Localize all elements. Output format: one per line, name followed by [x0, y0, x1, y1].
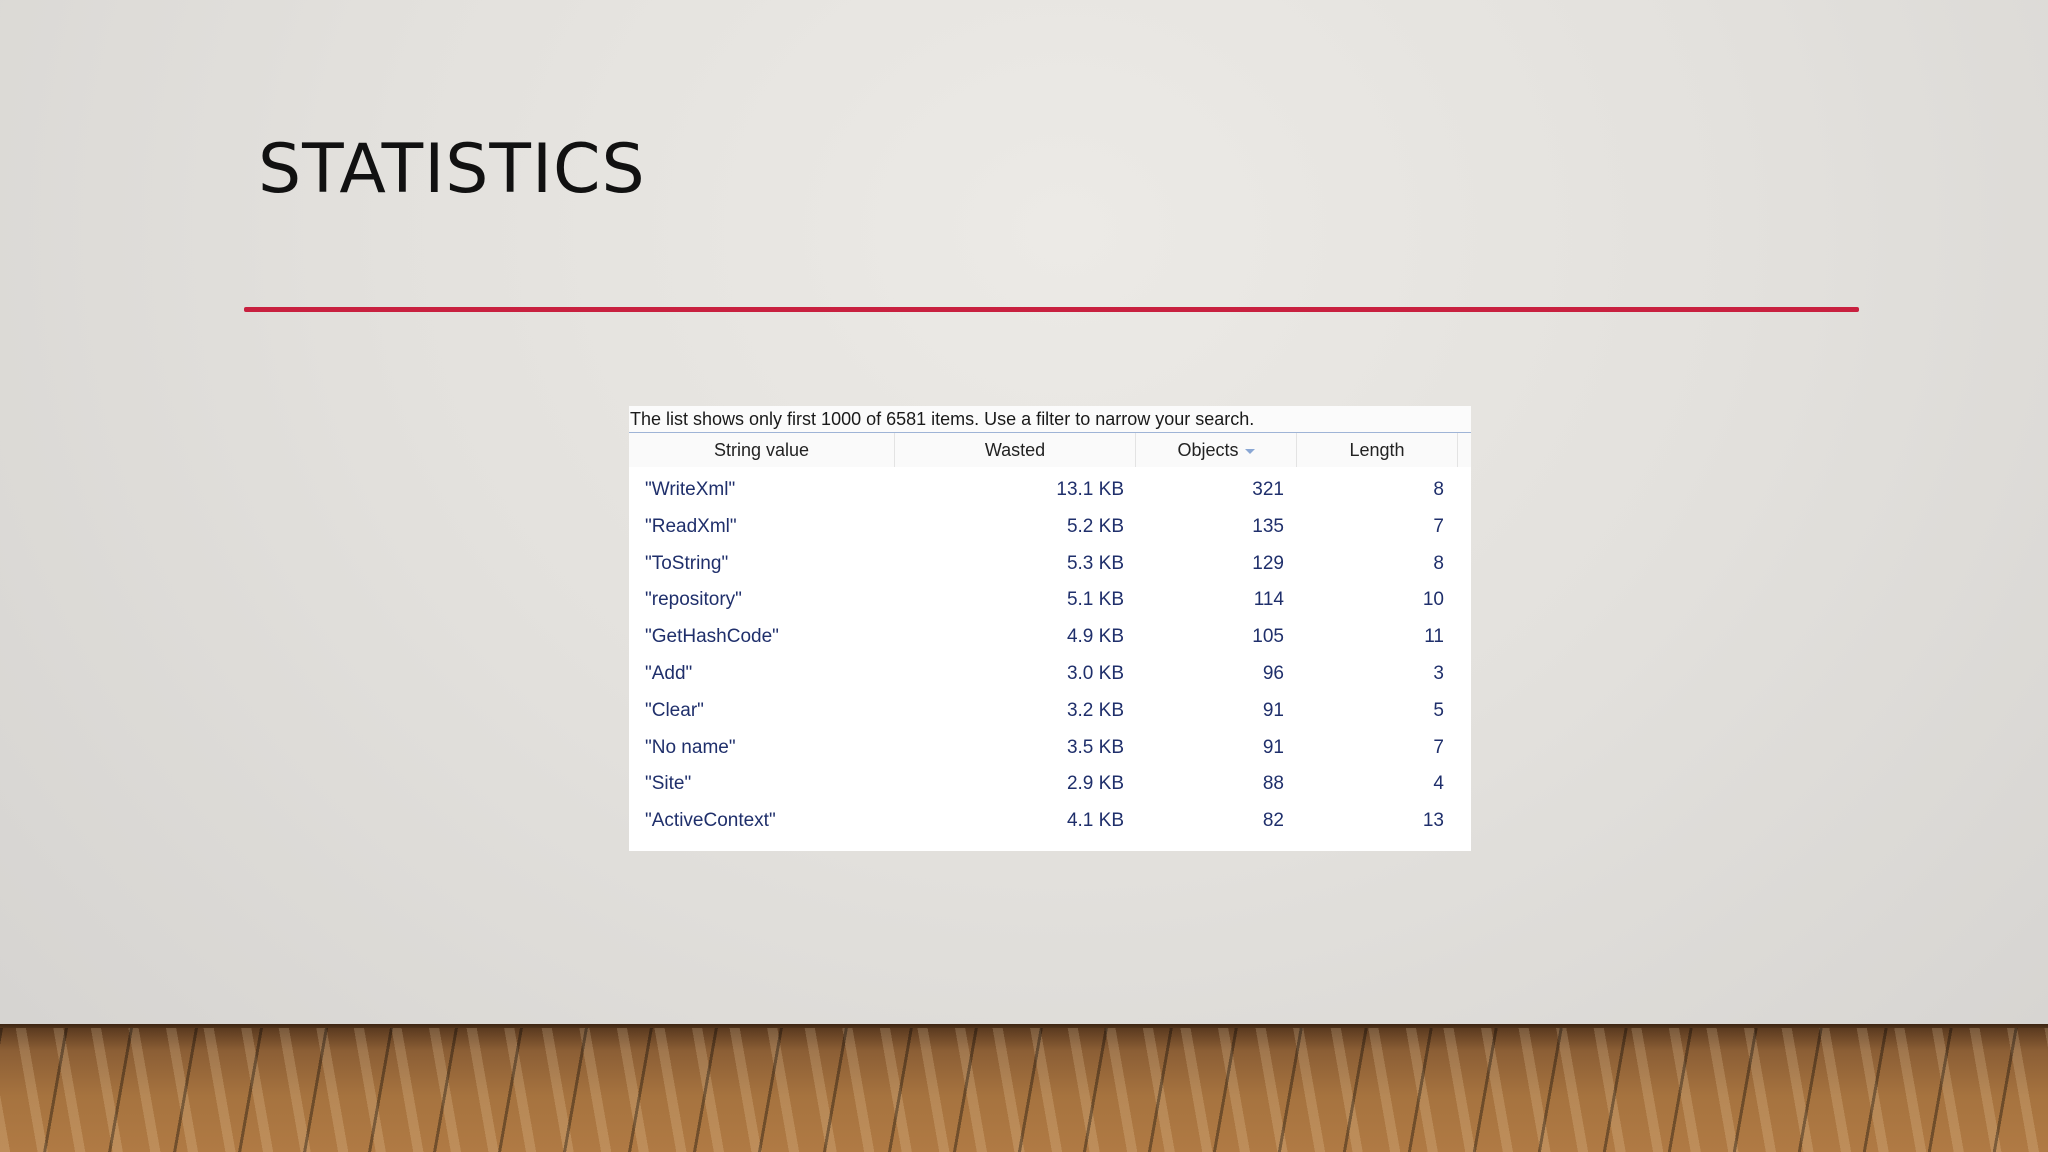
sort-descending-icon: [1244, 448, 1255, 454]
table-row[interactable]: "Site" 2.9 KB 88 4: [629, 766, 1471, 803]
cell-string-value: "Site": [645, 773, 692, 795]
table-row[interactable]: "No name" 3.5 KB 91 7: [629, 730, 1471, 767]
table-header: String value Wasted Objects Length: [629, 433, 1471, 467]
column-header-wasted[interactable]: Wasted: [895, 433, 1136, 467]
table-row[interactable]: "repository" 5.1 KB 114 10: [629, 582, 1471, 619]
cell-wasted: 4.1 KB: [1066, 810, 1124, 832]
cell-length: 4: [1433, 773, 1444, 795]
column-header-length[interactable]: Length: [1297, 433, 1458, 467]
cell-string-value: "repository": [645, 589, 742, 611]
column-header-objects[interactable]: Objects: [1136, 433, 1297, 467]
string-statistics-table: The list shows only first 1000 of 6581 i…: [629, 406, 1471, 851]
cell-length: 7: [1433, 736, 1444, 758]
cell-string-value: "No name": [645, 736, 736, 758]
cell-objects: 114: [1253, 589, 1284, 611]
cell-length: 11: [1424, 626, 1444, 648]
cell-string-value: "ActiveContext": [645, 810, 776, 832]
cell-wasted: 5.2 KB: [1066, 515, 1124, 537]
cell-objects: 82: [1262, 810, 1284, 832]
cell-string-value: "Add": [645, 662, 693, 684]
cell-objects: 91: [1262, 699, 1284, 721]
cell-string-value: "ReadXml": [645, 515, 737, 537]
table-row[interactable]: "Add" 3.0 KB 96 3: [629, 656, 1471, 693]
cell-wasted: 3.0 KB: [1066, 662, 1124, 684]
table-body: "WriteXml" 13.1 KB 321 8 "ReadXml" 5.2 K…: [629, 467, 1471, 840]
cell-wasted: 13.1 KB: [1056, 479, 1124, 500]
cell-length: 13: [1422, 810, 1444, 832]
cell-string-value: "Clear": [645, 699, 704, 721]
cell-length: 10: [1422, 589, 1444, 611]
cell-objects: 96: [1262, 662, 1284, 684]
cell-objects: 88: [1262, 773, 1284, 795]
table-row[interactable]: "ActiveContext" 4.1 KB 82 13: [629, 803, 1471, 840]
table-row[interactable]: "Clear" 3.2 KB 91 5: [629, 693, 1471, 730]
cell-objects: 135: [1252, 515, 1284, 537]
cell-length: 5: [1433, 699, 1444, 721]
cell-string-value: "GetHashCode": [645, 626, 779, 648]
cell-objects: 91: [1262, 736, 1284, 758]
table-row[interactable]: "WriteXml" 13.1 KB 321 8: [629, 472, 1471, 509]
table-row[interactable]: "ReadXml" 5.2 KB 135 7: [629, 509, 1471, 546]
cell-wasted: 5.1 KB: [1066, 589, 1124, 611]
slide-title: STATISTICS: [258, 130, 646, 209]
cell-string-value: "WriteXml": [645, 479, 736, 500]
cell-objects: 129: [1252, 552, 1284, 574]
table-row[interactable]: "ToString" 5.3 KB 129 8: [629, 546, 1471, 583]
cell-length: 8: [1433, 552, 1444, 574]
cell-objects: 321: [1252, 479, 1284, 500]
wood-floor-background: [0, 1028, 2048, 1152]
cell-length: 7: [1433, 515, 1444, 537]
cell-wasted: 3.5 KB: [1066, 736, 1124, 758]
cell-objects: 105: [1252, 626, 1284, 648]
table-row[interactable]: "GetHashCode" 4.9 KB 105 11: [629, 619, 1471, 656]
cell-wasted: 3.2 KB: [1066, 699, 1124, 721]
item-limit-notice: The list shows only first 1000 of 6581 i…: [629, 406, 1471, 433]
cell-wasted: 4.9 KB: [1066, 626, 1124, 648]
cell-length: 8: [1433, 479, 1444, 500]
cell-string-value: "ToString": [645, 552, 729, 574]
cell-wasted: 5.3 KB: [1066, 552, 1124, 574]
column-header-string-value[interactable]: String value: [629, 433, 895, 467]
cell-length: 3: [1433, 662, 1444, 684]
title-divider: [244, 307, 1859, 312]
cell-wasted: 2.9 KB: [1066, 773, 1124, 795]
